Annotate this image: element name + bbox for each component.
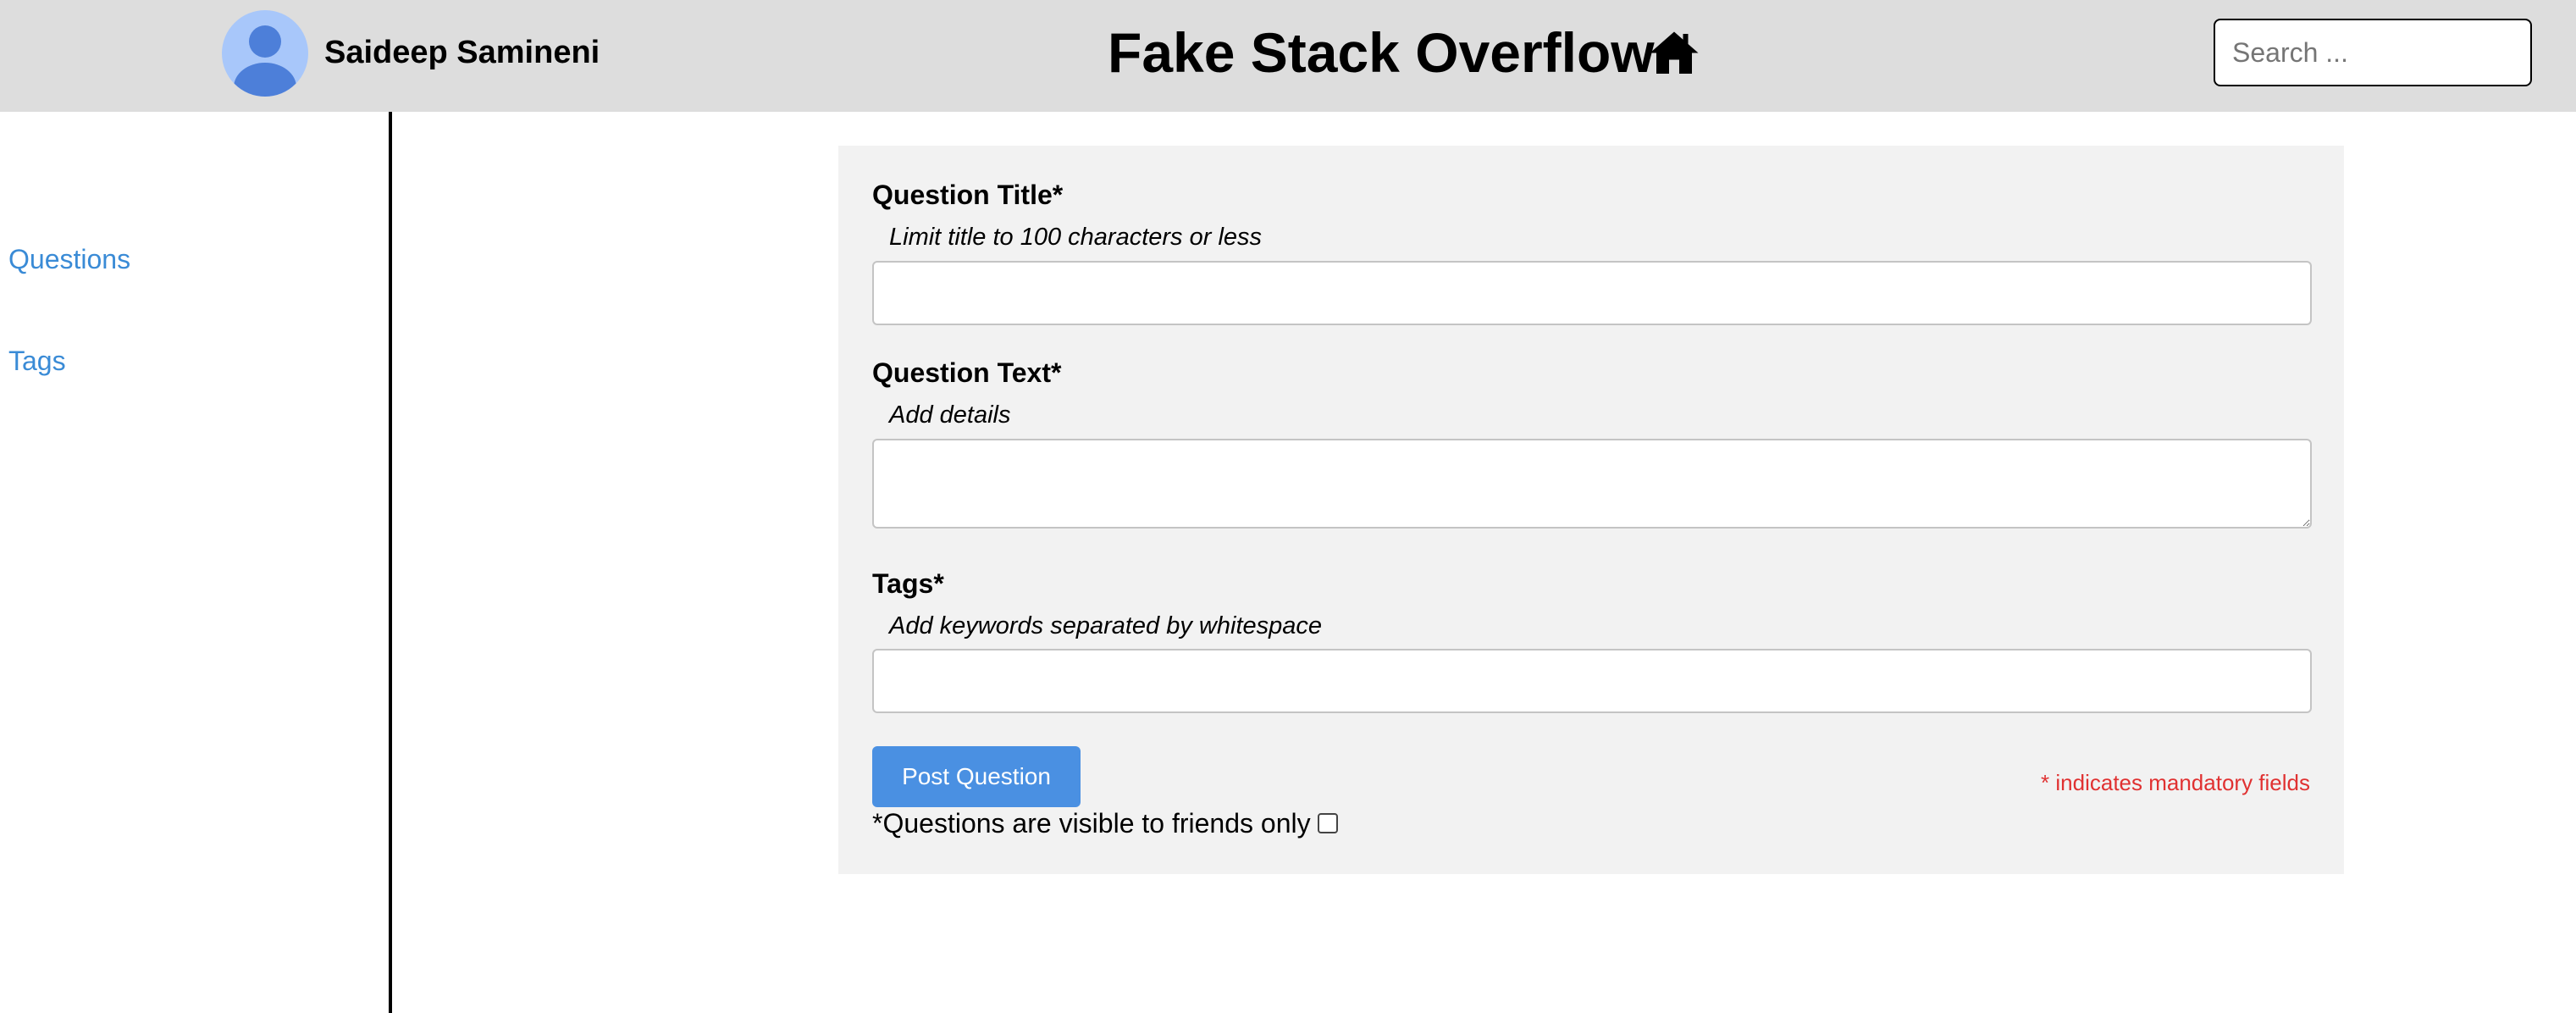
username: Saideep Samineni: [324, 35, 600, 70]
question-text-label: Question Text*: [872, 357, 1062, 388]
user-avatar-icon[interactable]: [222, 10, 308, 97]
question-title-hint: Limit title to 100 characters or less: [889, 224, 1263, 251]
site-title: Fake Stack Overflow: [1108, 21, 1655, 84]
avatar-body: [234, 63, 296, 97]
visibility-checkbox[interactable]: [1317, 813, 1338, 833]
tags-label: Tags*: [872, 568, 944, 599]
post-question-button[interactable]: Post Question: [872, 746, 1081, 807]
question-title-input[interactable]: [872, 261, 2312, 325]
tags-input[interactable]: [872, 649, 2312, 713]
top-header: Saideep Samineni Fake Stack Overflow: [0, 0, 2576, 112]
visibility-label: *Questions are visible to friends only: [872, 808, 1311, 839]
tags-hint: Add keywords separated by whitespace: [889, 612, 1323, 639]
home-icon[interactable]: [1649, 27, 1700, 78]
mandatory-fields-note: * indicates mandatory fields: [2041, 770, 2310, 795]
new-question-form: Question Title* Limit title to 100 chara…: [838, 146, 2344, 874]
avatar-head: [249, 25, 281, 58]
question-title-label: Question Title*: [872, 180, 1064, 210]
sidebar-divider: [389, 112, 392, 1013]
question-text-textarea[interactable]: [872, 439, 2312, 529]
visibility-row: *Questions are visible to friends only: [872, 806, 1338, 840]
sidebar-item-questions[interactable]: Questions: [8, 242, 130, 276]
question-text-hint: Add details: [889, 401, 1011, 429]
sidebar-item-tags[interactable]: Tags: [8, 344, 66, 378]
search-input[interactable]: [2214, 19, 2532, 86]
